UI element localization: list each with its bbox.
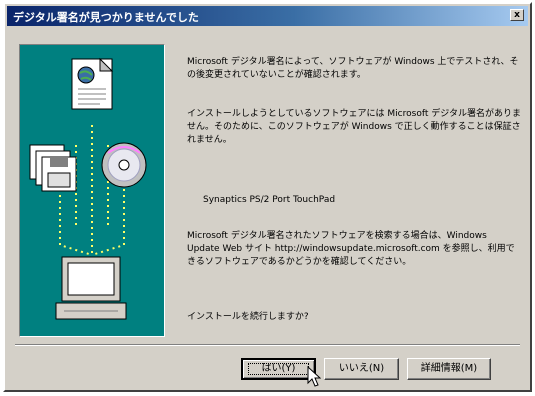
no-button-label: いいえ(N) — [338, 363, 385, 374]
no-button[interactable]: いいえ(N) — [324, 358, 399, 380]
yes-button[interactable]: はい(Y) — [241, 358, 316, 380]
computer-icon — [55, 256, 127, 320]
details-button-label: 詳細情報(M) — [420, 363, 478, 374]
digital-signature-dialog: デジタル署名が見つかりませんでした x Microsoft デジタル署名によって… — [3, 2, 532, 392]
illustration — [29, 57, 147, 320]
focus-rect — [248, 363, 309, 375]
illustration-panel — [19, 44, 165, 337]
windows-update-info: Microsoft デジタル署名されたソフトウェアを検索する場合は、Window… — [187, 231, 515, 267]
signature-explanation: Microsoft デジタル署名によって、ソフトウェアが Windows 上でテ… — [187, 57, 519, 80]
mouse-cursor-icon — [307, 366, 321, 387]
unsigned-warning: インストールしようとしているソフトウェアには Microsoft デジタル署名が… — [187, 109, 522, 145]
separator — [15, 344, 520, 346]
close-button[interactable]: x — [510, 9, 524, 21]
document-globe-icon — [71, 57, 114, 110]
device-name: Synaptics PS/2 Port TouchPad — [203, 195, 336, 205]
continue-question: インストールを続行しますか? — [187, 312, 309, 322]
floppy-disks-icon — [29, 144, 77, 192]
close-icon: x — [514, 10, 520, 20]
details-button[interactable]: 詳細情報(M) — [407, 358, 491, 380]
window-title: デジタル署名が見つかりませんでした — [13, 11, 199, 24]
cd-disc-icon — [101, 142, 147, 188]
title-bar[interactable]: デジタル署名が見つかりませんでした x — [7, 6, 528, 26]
